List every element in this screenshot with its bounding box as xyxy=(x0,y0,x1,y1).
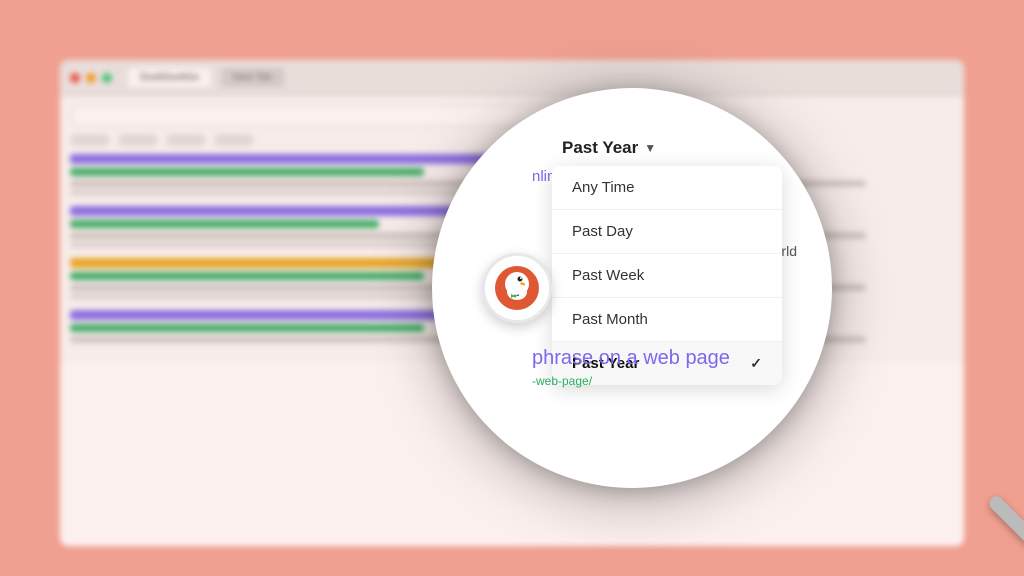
close-dot xyxy=(70,73,80,83)
circle-content: nline - w World Past Year ▼ Any Time Pas… xyxy=(432,88,832,488)
dropdown-item-label: Past Week xyxy=(572,267,644,284)
bg-filter-chip-2 xyxy=(118,134,158,146)
dropdown-item-label: Past Day xyxy=(572,223,633,240)
dropdown-item-any-time[interactable]: Any Time xyxy=(552,166,782,210)
dropdown-trigger[interactable]: Past Year ▼ xyxy=(562,138,802,158)
dropdown-item-past-day[interactable]: Past Day xyxy=(552,210,782,254)
dropdown-item-past-week[interactable]: Past Week xyxy=(552,254,782,298)
bg-filter-chip-4 xyxy=(214,134,254,146)
dropdown-item-label: Any Time xyxy=(572,179,635,196)
bg-result-url-2 xyxy=(70,220,379,228)
dropdown-trigger-arrow: ▼ xyxy=(644,141,656,155)
phrase-url: -web-page/ xyxy=(532,374,802,388)
phrase-title: phrase on a web page xyxy=(532,347,802,370)
active-tab: DuckDuckGo xyxy=(128,68,211,87)
dropdown-item-past-month[interactable]: Past Month xyxy=(552,298,782,342)
minimize-dot xyxy=(86,73,96,83)
bg-filter-chip-1 xyxy=(70,134,110,146)
dropdown-trigger-label: Past Year xyxy=(562,138,638,158)
duckduckgo-logo xyxy=(482,253,552,323)
dropdown-item-label: Past Month xyxy=(572,311,648,328)
magnifier-handle xyxy=(987,494,1024,546)
bg-result-url-1 xyxy=(70,168,424,176)
background-phrase-text: phrase on a web page -web-page/ xyxy=(532,347,802,388)
bg-result-url-4 xyxy=(70,324,424,332)
bg-filter-chip-3 xyxy=(166,134,206,146)
maximize-dot xyxy=(102,73,112,83)
magnifying-glass: nline - w World Past Year ▼ Any Time Pas… xyxy=(432,88,832,488)
inactive-tab: New Tab xyxy=(221,68,284,87)
bg-result-url-3 xyxy=(70,272,424,280)
